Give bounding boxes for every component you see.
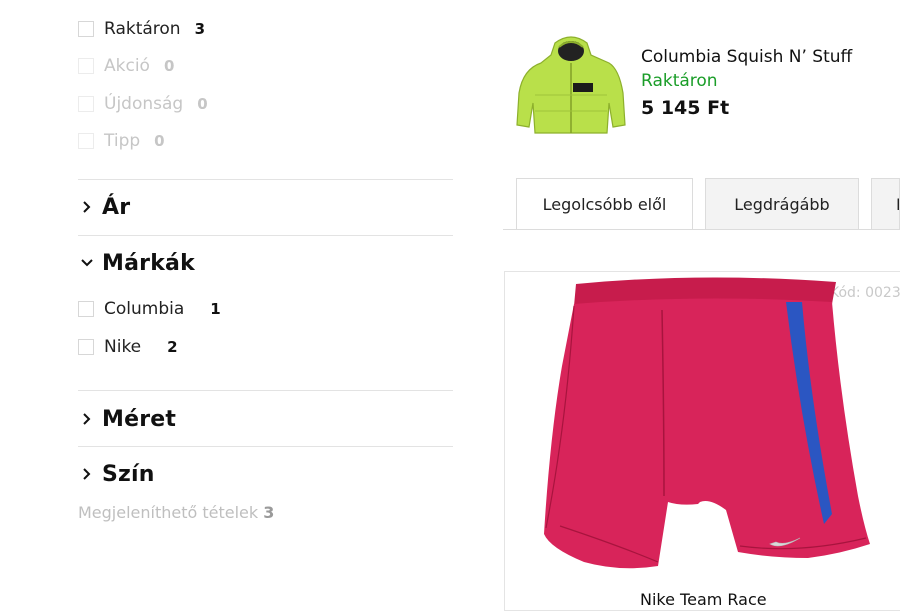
filter-section-brands[interactable]: Márkák [78, 248, 195, 278]
tab-label: Legdrágább [734, 194, 830, 214]
visible-items-count: Megjeleníthető tételek 3 [78, 503, 274, 522]
filter-label: Tipp [104, 131, 141, 151]
green-jacket-image[interactable] [515, 33, 627, 138]
section-title: Méret [102, 406, 177, 432]
divider [78, 446, 453, 447]
filter-brand-columbia[interactable]: Columbia 1 [78, 298, 221, 320]
chevron-right-icon [83, 468, 91, 480]
tab-third[interactable]: L [871, 178, 900, 230]
filter-brand-nike[interactable]: Nike 2 [78, 336, 178, 358]
filter-section-size[interactable]: Méret [78, 404, 176, 434]
chevron-right-icon [83, 201, 91, 213]
visible-items-label: Megjeleníthető tételek [78, 503, 259, 522]
tab-most-expensive[interactable]: Legdrágább [705, 178, 859, 230]
checkbox[interactable] [78, 21, 94, 37]
tab-cheapest-first[interactable]: Legolcsóbb elől [516, 178, 693, 230]
visible-items-number: 3 [263, 503, 275, 522]
checkbox[interactable] [78, 339, 94, 355]
filter-section-color[interactable]: Szín [78, 459, 155, 489]
checkbox[interactable] [78, 133, 94, 149]
filter-count: 3 [194, 20, 206, 38]
divider [78, 235, 453, 236]
divider [78, 179, 453, 180]
section-title: Ár [102, 194, 131, 220]
chevron-down-icon [81, 259, 93, 267]
checkbox[interactable] [78, 96, 94, 112]
tab-underline [503, 229, 900, 230]
checkbox[interactable] [78, 301, 94, 317]
filter-label: Újdonság [104, 94, 184, 114]
featured-product-name[interactable]: Columbia Squish N’ Stuff [641, 47, 852, 67]
filter-new[interactable]: Újdonság 0 [78, 93, 208, 115]
filter-label: Raktáron [104, 19, 181, 39]
checkbox[interactable] [78, 58, 94, 74]
filter-label: Nike [104, 337, 142, 357]
filter-label: Akció [104, 56, 150, 76]
featured-product-price: 5 145 Ft [641, 97, 730, 119]
section-title: Szín [102, 461, 155, 487]
tab-label: L [896, 195, 899, 214]
chevron-right-icon [83, 413, 91, 425]
filter-count: 1 [210, 300, 221, 318]
filter-section-price[interactable]: Ár [78, 192, 130, 222]
featured-product-stock: Raktáron [641, 71, 718, 91]
section-title: Márkák [102, 250, 195, 276]
filter-count: 0 [154, 132, 165, 150]
filter-count: 0 [197, 95, 208, 113]
filter-count: 2 [167, 338, 178, 356]
filter-sale[interactable]: Akció 0 [78, 55, 174, 77]
divider [78, 390, 453, 391]
filter-in-stock[interactable]: Raktáron 3 [78, 18, 205, 40]
tab-label: Legolcsóbb elől [542, 195, 667, 214]
pink-shorts-image[interactable] [540, 276, 875, 576]
filter-label: Columbia [104, 299, 185, 319]
filter-count: 0 [163, 57, 175, 75]
filter-tip[interactable]: Tipp 0 [78, 130, 165, 152]
